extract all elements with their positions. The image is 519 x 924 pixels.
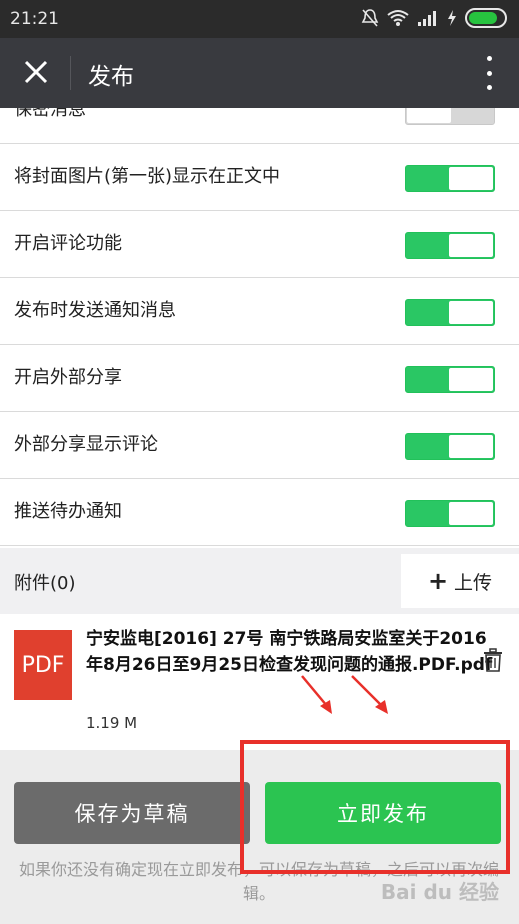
toggle-switch[interactable] bbox=[405, 433, 495, 460]
close-button[interactable] bbox=[16, 52, 56, 92]
setting-row-share-comments: 外部分享显示评论 bbox=[0, 412, 519, 479]
setting-row-comments: 开启评论功能 bbox=[0, 211, 519, 278]
battery-icon bbox=[465, 8, 507, 28]
setting-row-external-share: 开启外部分享 bbox=[0, 345, 519, 412]
wifi-icon bbox=[387, 10, 409, 26]
more-dot-icon bbox=[486, 85, 492, 90]
file-size: 1.19 M bbox=[86, 714, 138, 732]
trash-icon[interactable] bbox=[483, 648, 503, 672]
mute-icon bbox=[361, 9, 379, 27]
setting-label: 将封面图片(第一张)显示在正文中 bbox=[14, 166, 281, 187]
toggle-switch[interactable] bbox=[405, 366, 495, 393]
file-name: 宁安监电[2016] 27号 南宁铁路局安监室关于2016年8月26日至9月25… bbox=[86, 629, 493, 675]
annotation-highlight bbox=[240, 740, 510, 874]
setting-row-todo: 推送待办通知 bbox=[0, 479, 519, 546]
pdf-file-icon: PDF bbox=[14, 630, 72, 700]
setting-row-notify: 发布时发送通知消息 bbox=[0, 278, 519, 345]
close-icon bbox=[24, 60, 48, 84]
header-divider bbox=[70, 56, 71, 90]
charging-icon bbox=[448, 10, 456, 26]
setting-row-secret: 保密消息 bbox=[0, 108, 519, 144]
top-bar: 发布 bbox=[0, 38, 519, 108]
more-dot-icon bbox=[486, 56, 492, 61]
plus-icon: + bbox=[427, 567, 449, 595]
status-icons bbox=[361, 8, 507, 28]
more-menu-button[interactable] bbox=[481, 56, 497, 90]
toggle-switch[interactable] bbox=[405, 500, 495, 527]
attachments-header: 附件(0) + 上传 bbox=[0, 548, 519, 614]
page-title: 发布 bbox=[88, 64, 134, 90]
attachment-item[interactable]: PDF 宁安监电[2016] 27号 南宁铁路局安监室关于2016年8月26日至… bbox=[0, 614, 519, 750]
setting-label: 开启评论功能 bbox=[14, 233, 122, 254]
setting-label: 外部分享显示评论 bbox=[14, 434, 158, 455]
upload-label: 上传 bbox=[454, 571, 493, 594]
toggle-switch[interactable] bbox=[405, 232, 495, 259]
more-dot-icon bbox=[486, 70, 492, 76]
setting-row-cover: 将封面图片(第一张)显示在正文中 bbox=[0, 144, 519, 211]
toggle-switch[interactable] bbox=[405, 108, 495, 125]
signal-icon bbox=[418, 11, 436, 26]
toggle-switch[interactable] bbox=[405, 299, 495, 326]
upload-button[interactable]: + 上传 bbox=[401, 554, 519, 608]
watermark: Bai du 经验 bbox=[380, 880, 499, 904]
setting-label: 发布时发送通知消息 bbox=[14, 300, 176, 321]
setting-label: 保密消息 bbox=[14, 108, 86, 120]
toggle-switch[interactable] bbox=[405, 165, 495, 192]
status-time: 21:21 bbox=[10, 9, 59, 29]
status-bar: 21:21 bbox=[0, 0, 519, 38]
setting-label: 推送待办通知 bbox=[14, 501, 122, 522]
attachments-title: 附件(0) bbox=[14, 573, 76, 594]
save-draft-button[interactable]: 保存为草稿 bbox=[14, 782, 250, 844]
settings-list: 保密消息 将封面图片(第一张)显示在正文中 开启评论功能 发布时发送通知消息 开… bbox=[0, 108, 519, 548]
setting-label: 开启外部分享 bbox=[14, 367, 122, 388]
